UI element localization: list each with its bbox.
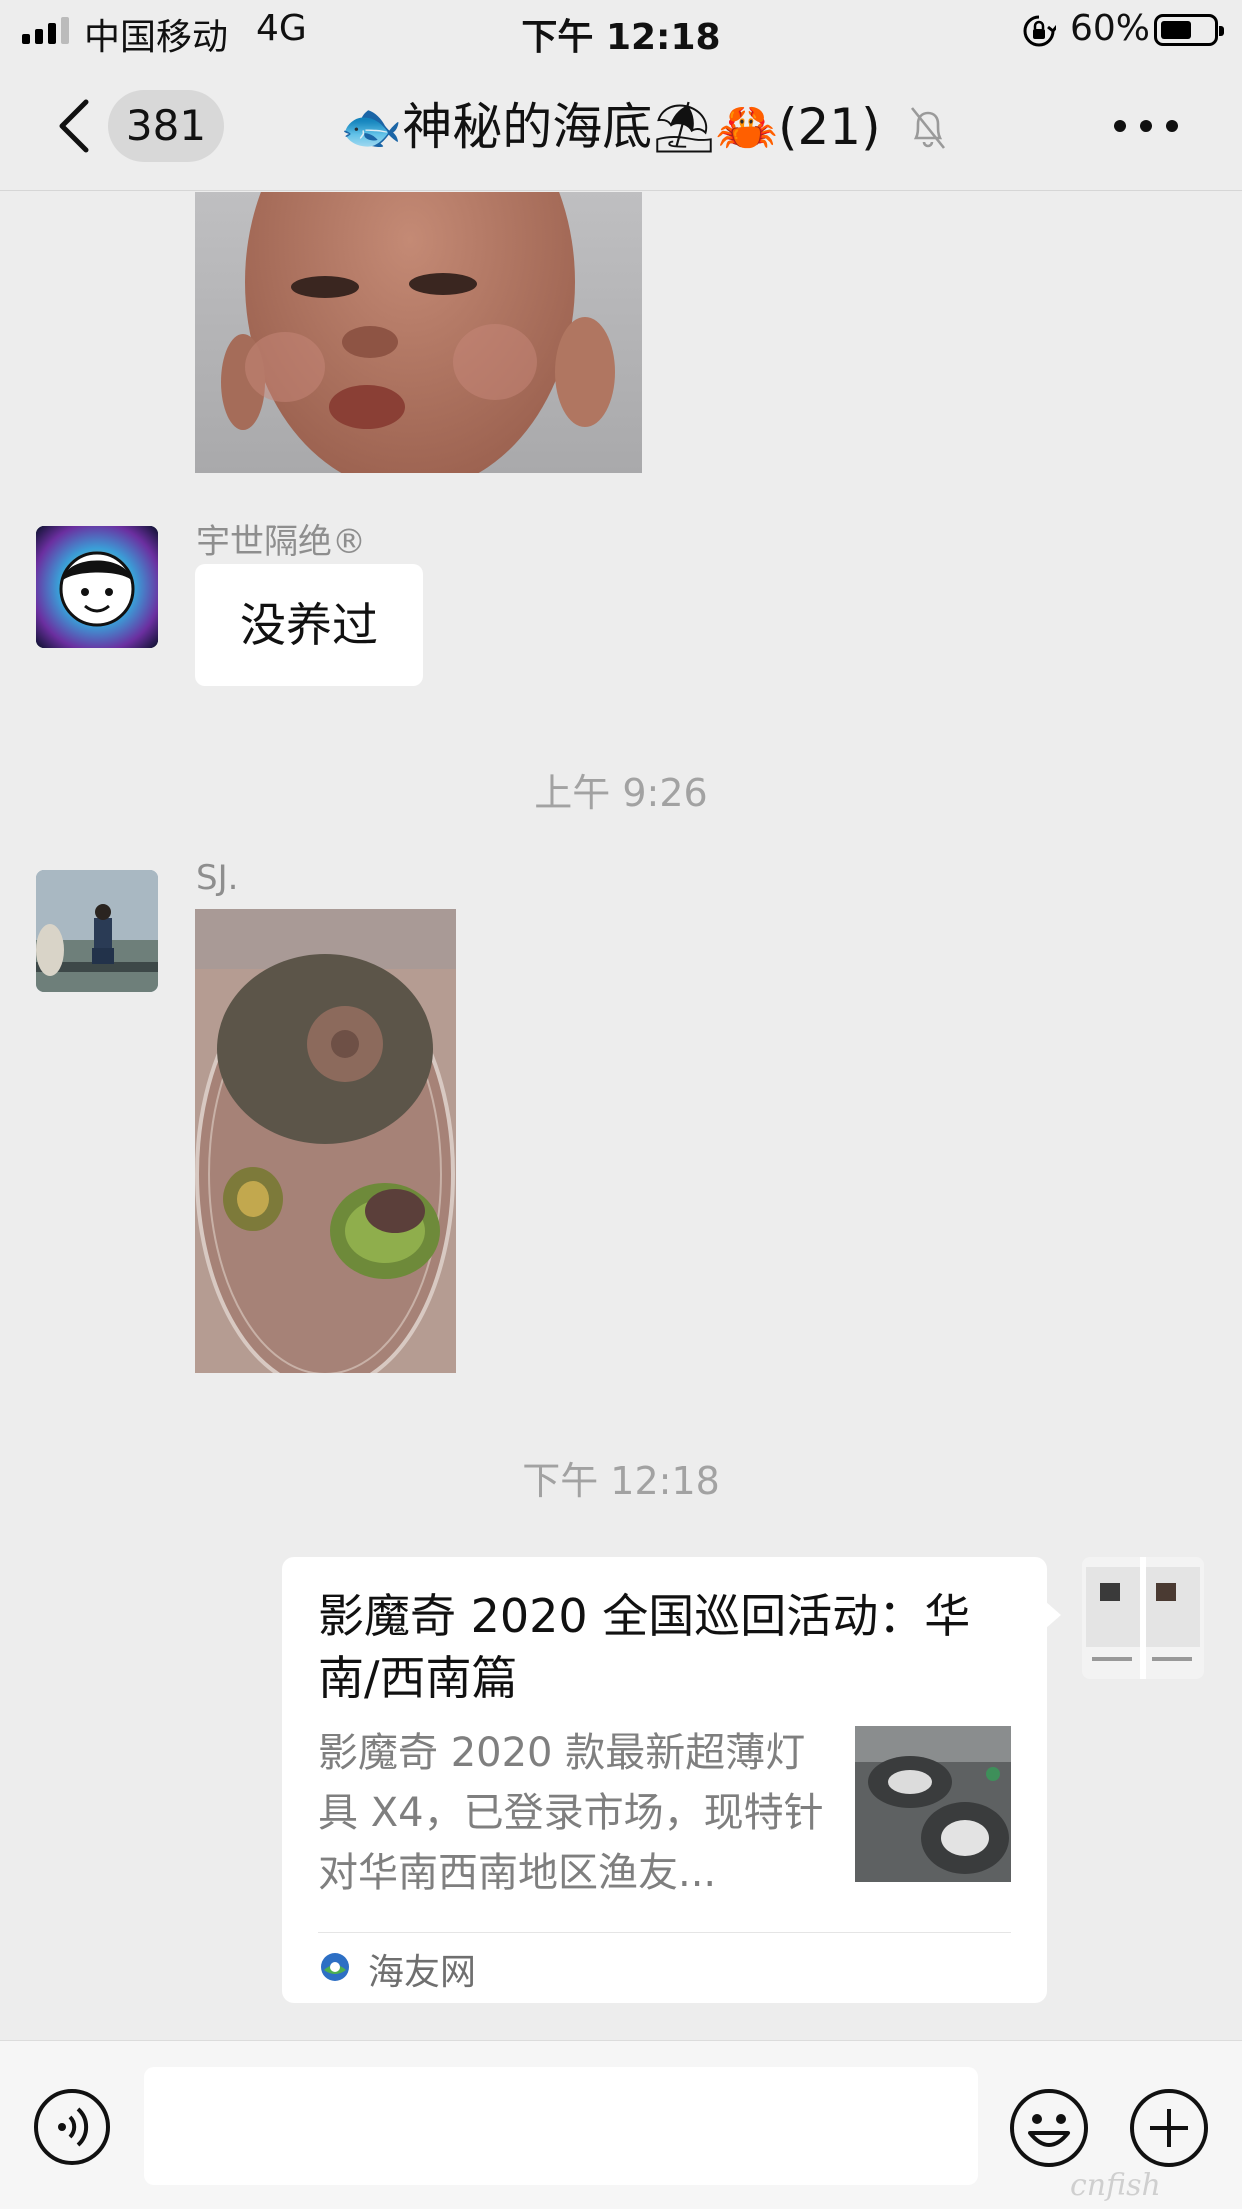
chevron-left-icon[interactable]: [52, 98, 96, 154]
plus-icon[interactable]: [1128, 2087, 1210, 2169]
source-logo-icon: [321, 1953, 349, 1981]
chat-title: 🐟神秘的海底⛱🦀(21): [340, 98, 881, 156]
avatar[interactable]: [36, 526, 158, 648]
message-bubble[interactable]: 没养过: [195, 564, 423, 686]
rotation-lock-icon: [1023, 15, 1056, 47]
battery-icon: [1154, 14, 1224, 46]
watermark: cnfish: [1070, 2168, 1161, 2203]
battery-percent: 60%: [1070, 8, 1151, 49]
timestamp: 下午 12:18: [522, 1459, 720, 1503]
card-description: 影魔奇 2020 款最新超薄灯具 X4，已登录市场，现特针对华南西南地区渔友..…: [318, 1730, 824, 1896]
unread-count-badge[interactable]: 381: [108, 90, 224, 162]
sender-name: SJ.: [196, 858, 239, 898]
link-card[interactable]: 影魔奇 2020 全国巡回活动：华南/西南篇 影魔奇 2020 款最新超薄灯具 …: [282, 1557, 1061, 2003]
card-thumbnail: [855, 1726, 1011, 1882]
emoji-icon[interactable]: [1008, 2087, 1090, 2169]
message-input[interactable]: [144, 2067, 978, 2185]
bell-off-icon: [910, 107, 946, 149]
card-source: 海友网: [368, 1952, 477, 1993]
status-bar: 中国移动 4G 下午 12:18 60%: [0, 0, 1242, 62]
voice-icon[interactable]: [32, 2087, 112, 2167]
sticker-image[interactable]: [195, 192, 642, 473]
photo-message[interactable]: [195, 909, 456, 1373]
card-title: 影魔奇 2020 全国巡回活动：华南/西南篇: [318, 1589, 971, 1705]
sender-name: 宇世隔绝®: [196, 522, 366, 562]
input-bar: [0, 2040, 1242, 2209]
avatar[interactable]: [36, 870, 158, 992]
more-icon[interactable]: [1112, 116, 1180, 136]
chat-header: 381 🐟神秘的海底⛱🦀(21): [0, 62, 1242, 191]
timestamp: 上午 9:26: [534, 771, 708, 815]
avatar[interactable]: [1082, 1557, 1204, 1679]
